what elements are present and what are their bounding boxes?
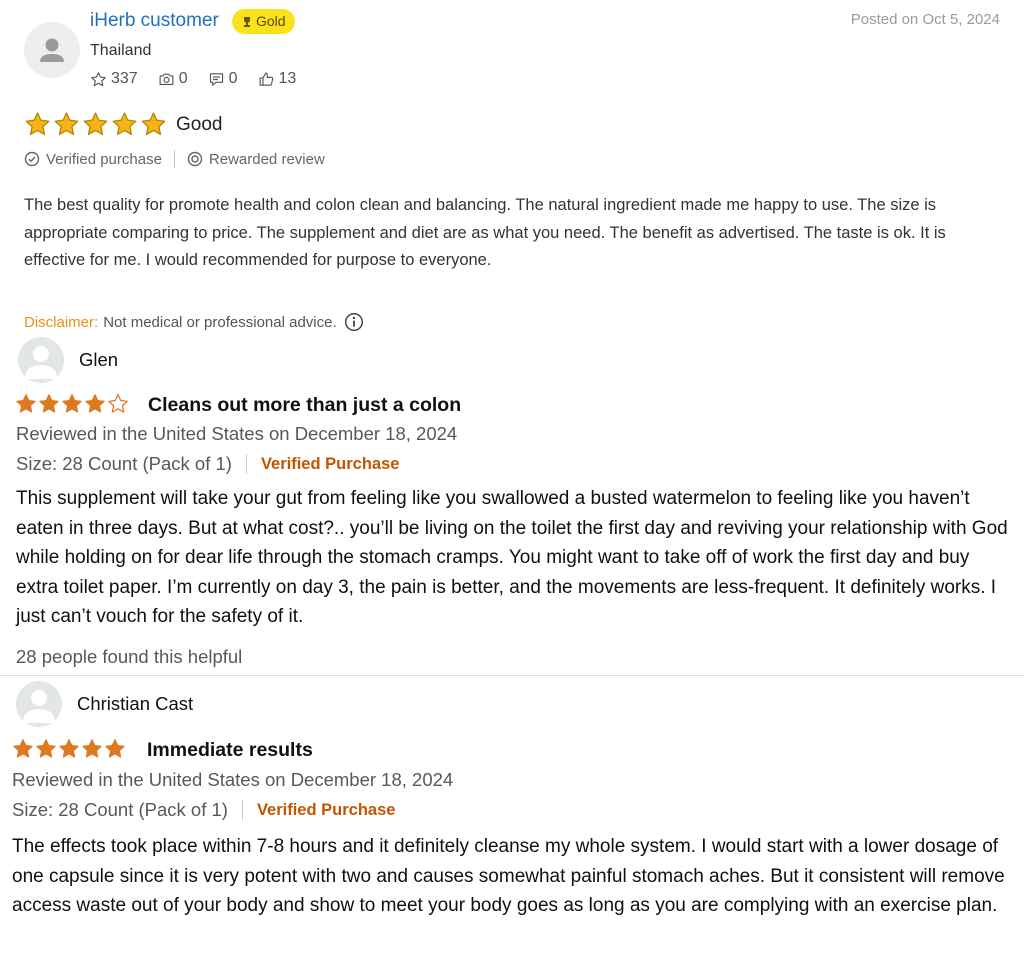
user-icon xyxy=(25,346,57,379)
review-body: The effects took place within 7-8 hours … xyxy=(12,836,1005,916)
stat-reviews: 337 xyxy=(90,70,138,88)
review-card-iherb: iHerb customer Gold Posted on Oct 5, 202… xyxy=(0,0,1024,332)
star-rating xyxy=(24,111,167,138)
review-title[interactable]: Cleans out more than just a colon xyxy=(148,394,461,417)
verified-purchase: Verified purchase xyxy=(24,151,162,168)
stat-comments: 0 xyxy=(208,70,238,88)
star-filled-icon xyxy=(59,739,79,758)
trophy-icon xyxy=(244,16,250,27)
reviewer-stats: 337 0 0 13 xyxy=(90,70,296,88)
stat-helpful[interactable]: 13 xyxy=(258,70,297,88)
disclaimer: Disclaimer: Not medical or professional … xyxy=(24,312,364,332)
star-filled-icon xyxy=(13,739,33,758)
star-filled-icon xyxy=(141,112,166,136)
avatar[interactable] xyxy=(16,681,62,727)
review-date: Reviewed in the United States on Decembe… xyxy=(16,423,458,444)
product-size: Size: 28 Count (Pack of 1) xyxy=(16,453,232,474)
star-filled-icon xyxy=(36,739,56,758)
star-empty-icon xyxy=(108,394,128,413)
helpful-count: 28 people found this helpful xyxy=(16,646,243,667)
review-card-amazon: Glen Cleans out more than just a colon R… xyxy=(0,332,1024,675)
rewarded-review: Rewarded review xyxy=(187,151,325,168)
review-body: The best quality for promote health and … xyxy=(24,196,946,269)
rating-label: Good xyxy=(176,114,223,135)
disclaimer-label: Disclaimer: xyxy=(24,313,99,331)
review-date: Reviewed in the United States on Decembe… xyxy=(12,769,454,790)
stat-photos-count: 0 xyxy=(178,70,188,87)
divider xyxy=(173,150,175,168)
review-title[interactable]: Immediate results xyxy=(147,739,313,762)
user-icon xyxy=(23,690,55,723)
verified-purchase-badge: Verified Purchase xyxy=(256,800,396,819)
avatar[interactable] xyxy=(24,22,80,78)
star-filled-icon xyxy=(82,739,102,758)
star-filled-icon xyxy=(83,112,108,136)
review-body: This supplement will take your gut from … xyxy=(16,488,1008,627)
verified-purchase-label: Verified purchase xyxy=(46,150,162,168)
badge-label: Gold xyxy=(256,13,286,29)
star-filled-icon xyxy=(85,394,105,413)
reviewer-name[interactable]: Glen xyxy=(79,349,118,371)
user-icon xyxy=(40,38,64,62)
divider xyxy=(245,454,247,474)
star-rating xyxy=(15,393,129,415)
rewarded-review-label: Rewarded review xyxy=(208,150,325,168)
review-meta: Verified purchase Rewarded review xyxy=(24,150,325,168)
star-filled-icon xyxy=(105,739,125,758)
review-card-amazon: Christian Cast Immediate results Reviewe… xyxy=(0,675,1024,969)
star-outline-icon xyxy=(91,71,106,86)
comment-icon xyxy=(209,72,223,86)
camera-icon xyxy=(159,73,174,85)
star-filled-icon xyxy=(16,394,36,413)
stat-photos: 0 xyxy=(158,70,188,88)
thumbs-up-icon xyxy=(259,72,273,86)
star-filled-icon xyxy=(25,112,50,136)
reviewer-country: Thailand xyxy=(90,42,152,59)
star-rating xyxy=(12,738,126,760)
star-filled-icon xyxy=(62,394,82,413)
review-format: Size: 28 Count (Pack of 1) Verified Purc… xyxy=(12,799,395,821)
status-badge: Gold xyxy=(232,9,295,34)
product-size: Size: 28 Count (Pack of 1) xyxy=(12,799,228,820)
stat-helpful-count: 13 xyxy=(278,70,297,87)
check-circle-icon xyxy=(24,151,40,167)
divider xyxy=(241,800,243,820)
star-filled-icon xyxy=(112,112,137,136)
reviewer-name[interactable]: iHerb customer xyxy=(90,10,219,32)
star-filled-icon xyxy=(39,394,59,413)
info-icon[interactable] xyxy=(344,312,364,332)
disclaimer-text: Not medical or professional advice. xyxy=(103,313,337,331)
verified-purchase-badge: Verified Purchase xyxy=(260,454,400,473)
stat-comments-count: 0 xyxy=(228,70,238,87)
posted-date: Posted on Oct 5, 2024 xyxy=(850,11,1000,28)
avatar[interactable] xyxy=(18,337,64,383)
stat-reviews-count: 337 xyxy=(111,70,138,87)
reviewer-name[interactable]: Christian Cast xyxy=(77,693,193,715)
review-format: Size: 28 Count (Pack of 1) Verified Purc… xyxy=(16,453,399,475)
reward-icon xyxy=(187,151,203,167)
star-filled-icon xyxy=(54,112,79,136)
